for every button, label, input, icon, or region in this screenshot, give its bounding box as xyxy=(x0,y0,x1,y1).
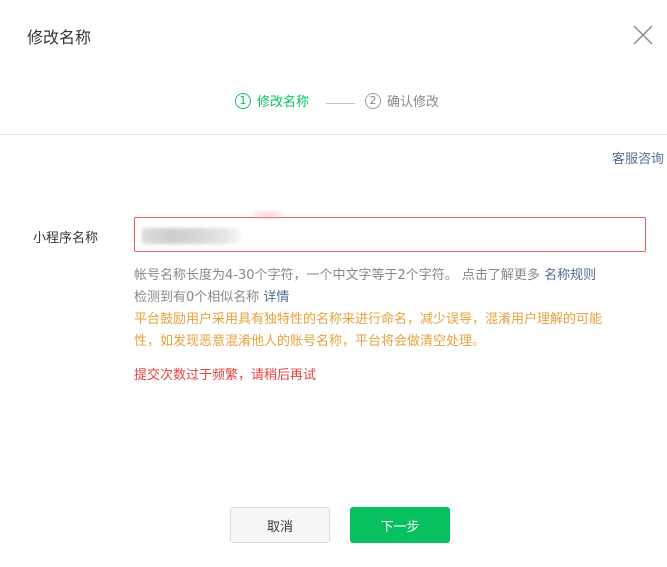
step-indicator: 1 修改名称 2 确认修改 xyxy=(0,91,667,113)
blurred-name-value xyxy=(142,228,240,244)
close-icon[interactable] xyxy=(632,24,654,46)
step-2-number-icon: 2 xyxy=(365,92,381,109)
similar-name-hint: 检测到有0个相似名称 详情 xyxy=(134,287,646,309)
customer-service-link[interactable]: 客服咨询 xyxy=(612,148,664,167)
mini-program-name-label: 小程序名称 xyxy=(33,231,99,246)
uniqueness-warning-line2: 性，如发现恶意混淆他人的账号名称，平台将会做清空处理。 xyxy=(134,334,486,349)
step-2: 2 确认修改 xyxy=(365,91,439,110)
similar-detail-link[interactable]: 详情 xyxy=(263,290,289,305)
step-1: 1 修改名称 xyxy=(235,91,309,110)
uniqueness-warning-line1: 平台鼓励用户采用具有独特性的名称来进行命名，减少误导，混淆用户理解的可能 xyxy=(134,312,603,327)
cancel-button[interactable]: 取消 xyxy=(230,507,330,543)
header-divider xyxy=(0,134,667,135)
name-rule-hint: 帐号名称长度为4-30个字符，一个中文字等于2个字符。 点击了解更多 名称规则 xyxy=(134,265,646,287)
similar-name-text: 检测到有0个相似名称 xyxy=(134,290,260,305)
blur-artifact xyxy=(253,210,283,220)
step-2-label: 确认修改 xyxy=(387,95,440,110)
name-rule-link[interactable]: 名称规则 xyxy=(544,268,596,283)
step-1-number-icon: 1 xyxy=(235,92,251,109)
submit-error-message: 提交次数过于频繁，请稍后再试 xyxy=(134,368,317,383)
dialog-title: 修改名称 xyxy=(27,28,92,47)
mini-program-name-input[interactable] xyxy=(134,210,646,252)
name-rule-text: 帐号名称长度为4-30个字符，一个中文字等于2个字符。 点击了解更多 xyxy=(134,268,540,283)
close-button[interactable] xyxy=(632,24,654,46)
next-step-button[interactable]: 下一步 xyxy=(350,507,450,543)
step-connector xyxy=(326,103,355,104)
step-1-label: 修改名称 xyxy=(257,95,310,110)
help-block: 帐号名称长度为4-30个字符，一个中文字等于2个字符。 点击了解更多 名称规则 … xyxy=(134,265,646,353)
